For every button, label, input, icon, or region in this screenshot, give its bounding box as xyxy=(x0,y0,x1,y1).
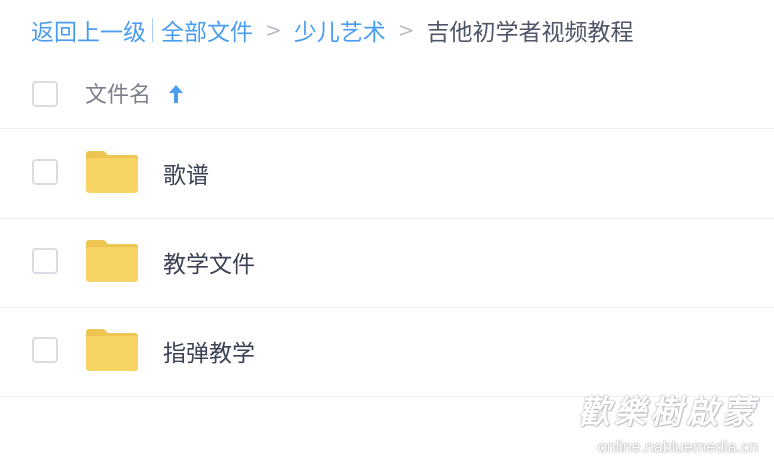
list-item[interactable]: 歌谱 xyxy=(0,129,774,219)
watermark: 歡樂樹啟蒙 online.nabluemedia.cn xyxy=(558,392,758,458)
back-link[interactable]: 返回上一级 xyxy=(31,13,146,47)
breadcrumb-level1[interactable]: 少儿艺术 xyxy=(294,13,386,47)
breadcrumb-separator: > xyxy=(397,18,415,42)
list-header: 文件名 xyxy=(0,62,774,129)
sort-ascending-arrow-icon[interactable] xyxy=(166,82,186,106)
row-checkbox[interactable] xyxy=(32,248,58,274)
watermark-logo: 歡樂樹啟蒙 xyxy=(577,393,758,431)
select-all-checkbox[interactable] xyxy=(32,81,58,107)
breadcrumb-all-files[interactable]: 全部文件 xyxy=(161,13,253,47)
folder-icon xyxy=(86,329,138,371)
row-checkbox[interactable] xyxy=(32,159,58,185)
list-item[interactable]: 指弹教学 xyxy=(0,307,774,397)
file-name[interactable]: 教学文件 xyxy=(163,245,255,279)
file-name[interactable]: 指弹教学 xyxy=(163,334,255,368)
file-browser: 返回上一级 全部文件 > 少儿艺术 > 吉他初学者视频教程 文件名 歌谱 教学文… xyxy=(0,0,774,468)
row-checkbox[interactable] xyxy=(32,337,58,363)
folder-icon xyxy=(86,240,138,282)
list-item[interactable]: 教学文件 xyxy=(0,218,774,308)
breadcrumb-separator: > xyxy=(265,18,282,42)
watermark-url: online.nabluemedia.cn xyxy=(597,439,758,456)
breadcrumb-current: 吉他初学者视频教程 xyxy=(426,20,634,46)
file-name[interactable]: 歌谱 xyxy=(163,156,209,190)
breadcrumb: 返回上一级 全部文件 > 少儿艺术 > 吉他初学者视频教程 xyxy=(31,12,634,48)
column-header-filename[interactable]: 文件名 xyxy=(85,77,151,109)
breadcrumb-divider xyxy=(152,18,153,42)
folder-icon xyxy=(86,151,138,193)
